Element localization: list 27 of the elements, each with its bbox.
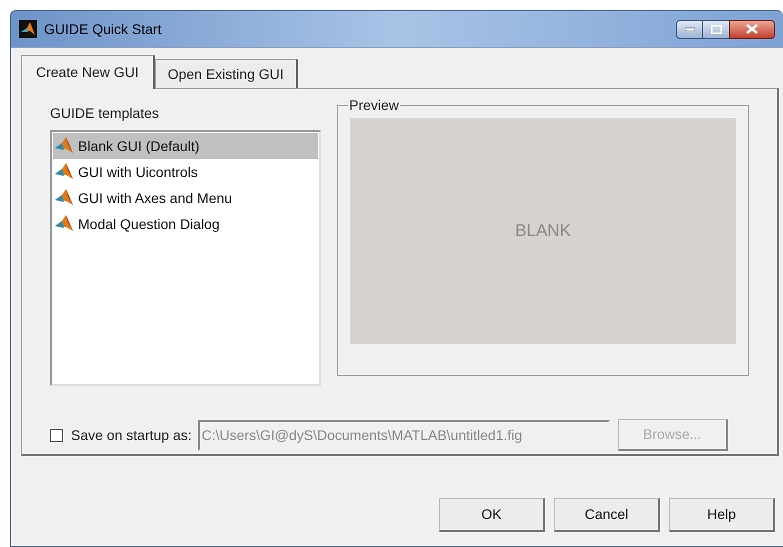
matlab-logo-icon <box>54 136 74 156</box>
app-logo-icon <box>19 20 37 38</box>
maximize-icon <box>710 24 722 34</box>
preview-text: BLANK <box>515 220 571 242</box>
template-item[interactable]: Blank GUI (Default) <box>53 133 318 159</box>
matlab-logo-icon <box>54 188 74 208</box>
template-label: Blank GUI (Default) <box>78 136 200 156</box>
templates-label: GUIDE templates <box>50 104 160 123</box>
matlab-logo-icon <box>54 214 74 234</box>
preview-label: Preview <box>348 96 400 115</box>
dialog-button[interactable]: OK <box>439 498 545 532</box>
window-title: GUIDE Quick Start <box>44 20 162 39</box>
dialog-button[interactable]: Help <box>669 498 775 532</box>
minimize-icon <box>684 27 694 31</box>
template-label: Modal Question Dialog <box>78 214 220 234</box>
template-label: GUI with Axes and Menu <box>78 188 232 208</box>
templates-list[interactable]: Blank GUI (Default) GUI with Uicontrols GUI with Axes and Menu Modal Question Dialog <box>50 130 322 386</box>
tab[interactable]: Open Existing GUI <box>154 59 298 88</box>
minimize-button[interactable] <box>676 20 703 38</box>
tab[interactable]: Create New GUI <box>21 55 155 89</box>
close-button[interactable] <box>729 20 775 38</box>
dialog-button[interactable]: Cancel <box>554 498 660 532</box>
save-label: Save on startup as: <box>71 426 192 445</box>
template-label: GUI with Uicontrols <box>78 162 198 182</box>
maximize-button[interactable] <box>703 20 729 38</box>
matlab-logo-icon <box>54 162 74 182</box>
close-icon <box>746 24 758 34</box>
